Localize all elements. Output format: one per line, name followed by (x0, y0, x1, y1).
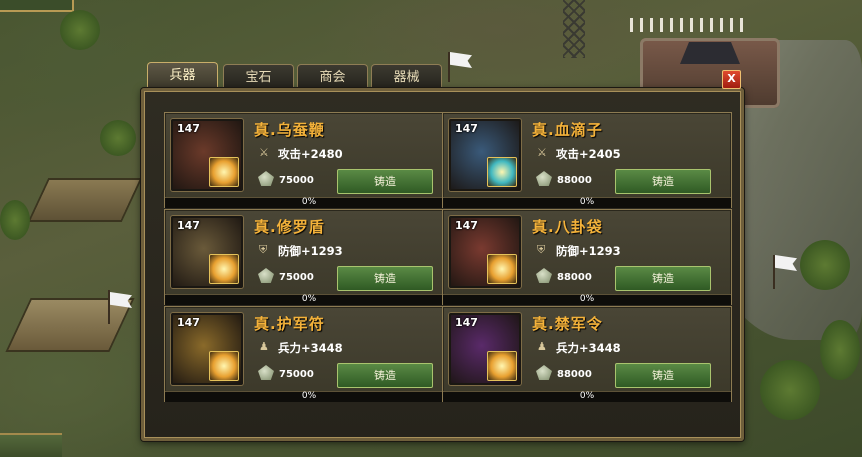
gem-icon (487, 157, 517, 187)
top-left-ui-bar[interactable] (0, 0, 74, 12)
forge-button[interactable]: 铸造 (615, 266, 711, 291)
tab-machinery[interactable]: 器械 (371, 64, 442, 90)
progress-bar: 0% (165, 294, 453, 305)
tab-weapons[interactable]: 兵器 (147, 62, 218, 90)
forge-button[interactable]: 铸造 (337, 363, 433, 388)
progress-bar: 0% (165, 197, 453, 208)
item-name: 真.乌蚕鞭 (254, 121, 325, 139)
item-portrait[interactable]: 147 (171, 119, 243, 191)
army-camp[interactable] (8, 300, 132, 350)
gem-icon (487, 351, 517, 381)
progress-bar: 0% (165, 391, 453, 402)
progress-bar: 0% (443, 294, 731, 305)
item-card[interactable]: 147 真.修罗盾 ⛨ 防御+1293 75000 铸造 0% (164, 209, 454, 305)
item-name: 真.修罗盾 (254, 218, 325, 236)
tab-guild[interactable]: 商会 (297, 64, 368, 90)
item-card[interactable]: 147 真.乌蚕鞭 ⚔ 攻击+2480 75000 铸造 0% (164, 112, 454, 208)
flag-pole (773, 255, 775, 289)
gem-icon (209, 157, 239, 187)
item-level: 147 (177, 219, 200, 232)
silver-icon (536, 365, 552, 380)
close-button[interactable]: X (722, 70, 741, 89)
flag-pole (108, 290, 110, 324)
forge-button[interactable]: 铸造 (337, 266, 433, 291)
item-card[interactable]: 147 真.护军符 ♟ 兵力+3448 75000 铸造 0% (164, 306, 454, 402)
progress-bar: 0% (443, 391, 731, 402)
sword-icon: ⚔ (259, 146, 269, 159)
item-level: 147 (455, 316, 478, 329)
flag-icon (450, 52, 472, 68)
item-card[interactable]: 147 真.八卦袋 ⛨ 防御+1293 88000 铸造 0% (442, 209, 732, 305)
item-name: 真.血滴子 (532, 121, 603, 139)
bottom-left-ui-button[interactable] (0, 433, 62, 457)
gem-icon (209, 254, 239, 284)
item-portrait[interactable]: 147 (449, 119, 521, 191)
shield-icon: ⛨ (259, 243, 268, 256)
shield-icon: ⛨ (537, 243, 546, 256)
forge-button[interactable]: 铸造 (337, 169, 433, 194)
fortress-roof (680, 42, 740, 64)
item-stat: 攻击+2480 (278, 147, 343, 161)
item-cost: 88000 (557, 369, 592, 380)
item-name: 真.禁军令 (532, 315, 603, 333)
silver-icon (536, 171, 552, 186)
soldier-icon: ♟ (537, 340, 547, 353)
item-card[interactable]: 147 真.禁军令 ♟ 兵力+3448 88000 铸造 0% (442, 306, 732, 402)
sword-icon: ⚔ (537, 146, 547, 159)
item-stat: 攻击+2405 (556, 147, 621, 161)
forge-button[interactable]: 铸造 (615, 363, 711, 388)
silver-icon (258, 171, 274, 186)
item-stat: 防御+1293 (278, 244, 343, 258)
item-level: 147 (455, 219, 478, 232)
progress-text: 0% (579, 294, 595, 304)
soldier-icon: ♟ (259, 340, 269, 353)
item-portrait[interactable]: 147 (171, 313, 243, 385)
fence (630, 18, 750, 32)
item-stat: 兵力+3448 (556, 341, 621, 355)
tree (800, 240, 850, 290)
item-level: 147 (455, 122, 478, 135)
tree (760, 360, 820, 420)
gem-icon (209, 351, 239, 381)
item-cost: 88000 (557, 175, 592, 186)
silver-icon (258, 268, 274, 283)
item-level: 147 (177, 316, 200, 329)
tree (100, 120, 136, 156)
tree (820, 320, 860, 380)
progress-text: 0% (301, 294, 317, 304)
tab-gems[interactable]: 宝石 (223, 64, 294, 90)
progress-bar: 0% (443, 197, 731, 208)
tree (60, 10, 100, 50)
flag-pole (448, 52, 450, 82)
tree (0, 200, 30, 240)
item-name: 真.八卦袋 (532, 218, 603, 236)
progress-text: 0% (579, 197, 595, 207)
item-cost: 88000 (557, 272, 592, 283)
item-stat: 防御+1293 (556, 244, 621, 258)
watch-tower (563, 0, 585, 58)
silver-icon (258, 365, 274, 380)
item-portrait[interactable]: 147 (449, 216, 521, 288)
item-portrait[interactable]: 147 (449, 313, 521, 385)
silver-icon (536, 268, 552, 283)
progress-text: 0% (579, 391, 595, 401)
item-name: 真.护军符 (254, 315, 325, 333)
village-building[interactable] (30, 180, 140, 220)
gem-icon (487, 254, 517, 284)
item-stat: 兵力+3448 (278, 341, 343, 355)
item-portrait[interactable]: 147 (171, 216, 243, 288)
item-cost: 75000 (279, 175, 314, 186)
item-cost: 75000 (279, 272, 314, 283)
item-card[interactable]: 147 真.血滴子 ⚔ 攻击+2405 88000 铸造 0% (442, 112, 732, 208)
item-level: 147 (177, 122, 200, 135)
forge-button[interactable]: 铸造 (615, 169, 711, 194)
item-cost: 75000 (279, 369, 314, 380)
progress-text: 0% (301, 197, 317, 207)
progress-text: 0% (301, 391, 317, 401)
